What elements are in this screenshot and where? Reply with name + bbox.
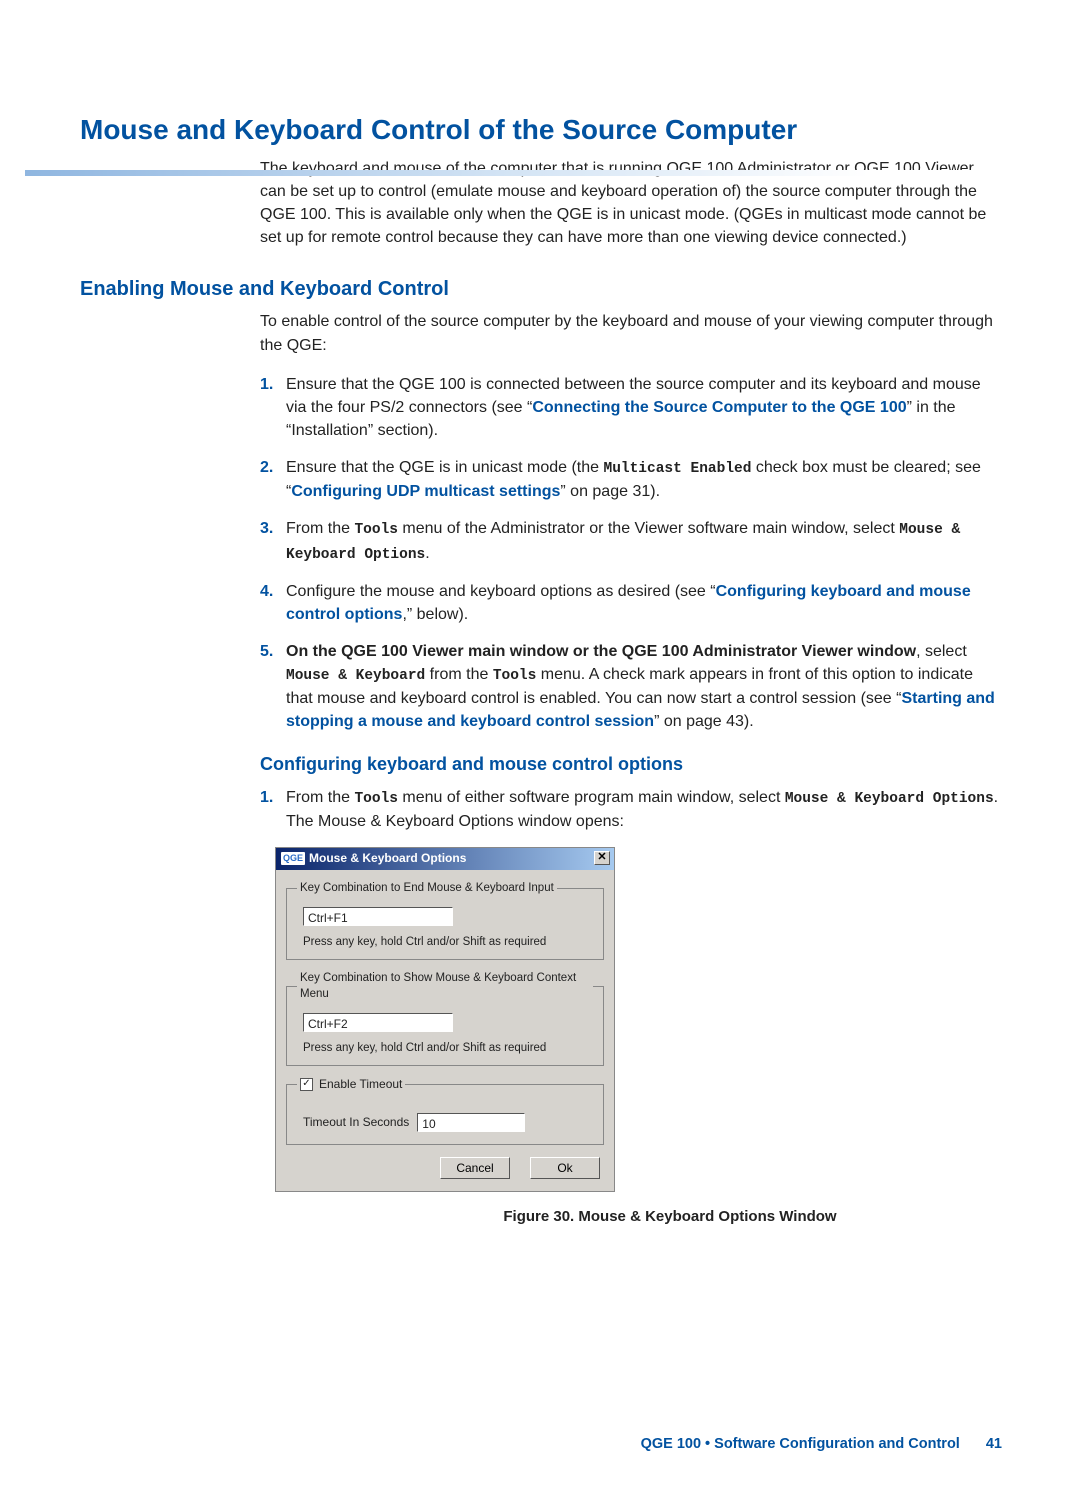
hint-text: Press any key, hold Ctrl and/or Shift as… (303, 1040, 593, 1057)
page-footer: QGE 100 • Software Configuration and Con… (641, 1434, 1002, 1455)
fieldset-timeout: ✓ Enable Timeout Timeout In Seconds 10 (286, 1076, 604, 1145)
step-text: ” on page 31). (560, 483, 660, 500)
mk-options-dialog: QGE Mouse & Keyboard Options ✕ Key Combi… (275, 847, 615, 1192)
step-text: ,” below). (402, 606, 468, 623)
step-1: 1. Ensure that the QGE 100 is connected … (260, 373, 1000, 443)
step-3: 3. From the Tools menu of the Administra… (260, 517, 1000, 565)
dialog-titlebar: QGE Mouse & Keyboard Options ✕ (276, 848, 614, 870)
dialog-figure: QGE Mouse & Keyboard Options ✕ Key Combi… (275, 847, 1000, 1228)
checkbox-label: Enable Timeout (319, 1076, 402, 1093)
end-combo-input[interactable]: Ctrl+F1 (303, 907, 453, 926)
top-gradient-bar (25, 170, 1080, 176)
mono-text: Multicast Enabled (604, 461, 752, 477)
step-text: menu of the Administrator or the Viewer … (398, 520, 899, 537)
step-number: 2. (260, 456, 273, 479)
enable-timeout-checkbox[interactable]: ✓ (300, 1078, 313, 1091)
step-text: . (425, 545, 429, 562)
link-udp[interactable]: Configuring UDP multicast settings (291, 483, 560, 500)
section-enabling: Enabling Mouse and Keyboard Control (80, 275, 1000, 304)
subsection-configuring: Configuring keyboard and mouse control o… (260, 751, 1000, 777)
qge-icon: QGE (281, 852, 305, 865)
cfg-step-1: 1. From the Tools menu of either softwar… (260, 786, 1000, 833)
step-4: 4. Configure the mouse and keyboard opti… (260, 580, 1000, 626)
fieldset-legend: Key Combination to End Mouse & Keyboard … (297, 880, 557, 897)
enabling-steps: 1. Ensure that the QGE 100 is connected … (260, 373, 1000, 734)
step-text: menu of either software program main win… (398, 789, 785, 806)
mono-text: Tools (354, 791, 398, 807)
step-text: from the (425, 666, 493, 683)
step-text: Configure the mouse and keyboard options… (286, 583, 716, 600)
context-combo-input[interactable]: Ctrl+F2 (303, 1013, 453, 1032)
fieldset-context-menu: Key Combination to Show Mouse & Keyboard… (286, 970, 604, 1066)
step-text: Ensure that the QGE is in unicast mode (… (286, 459, 604, 476)
fieldset-end-input: Key Combination to End Mouse & Keyboard … (286, 880, 604, 959)
step-number: 1. (260, 786, 273, 809)
close-icon[interactable]: ✕ (594, 851, 610, 865)
step-text: From the (286, 789, 354, 806)
fieldset-legend: ✓ Enable Timeout (297, 1076, 405, 1093)
fieldset-legend: Key Combination to Show Mouse & Keyboard… (297, 970, 593, 1003)
page-number: 41 (986, 1436, 1002, 1452)
figure-caption: Figure 30. Mouse & Keyboard Options Wind… (340, 1206, 1000, 1228)
step-number: 3. (260, 517, 273, 540)
timeout-label: Timeout In Seconds (303, 1114, 409, 1131)
step-text: From the (286, 520, 354, 537)
timeout-input[interactable]: 10 (417, 1113, 525, 1132)
footer-text: QGE 100 • Software Configuration and Con… (641, 1436, 960, 1452)
link-connecting[interactable]: Connecting the Source Computer to the QG… (532, 399, 906, 416)
configuring-steps: 1. From the Tools menu of either softwar… (260, 786, 1000, 833)
mono-text: Mouse & Keyboard Options (785, 791, 994, 807)
ok-button[interactable]: Ok (530, 1157, 600, 1179)
page-title: Mouse and Keyboard Control of the Source… (80, 110, 1000, 151)
cancel-button[interactable]: Cancel (440, 1157, 510, 1179)
step-text: , select (916, 643, 967, 660)
enabling-lead: To enable control of the source computer… (260, 310, 1000, 356)
step-number: 1. (260, 373, 273, 396)
dialog-buttons: Cancel Ok (276, 1151, 614, 1191)
step-text: ” on page 43). (654, 713, 754, 730)
dialog-title: Mouse & Keyboard Options (309, 850, 466, 867)
step-bold: On the QGE 100 Viewer main window or the… (286, 643, 916, 660)
step-5: 5. On the QGE 100 Viewer main window or … (260, 640, 1000, 734)
mono-text: Tools (354, 522, 398, 538)
step-number: 5. (260, 640, 273, 663)
step-number: 4. (260, 580, 273, 603)
mono-text: Tools (493, 668, 537, 684)
step-2: 2. Ensure that the QGE is in unicast mod… (260, 456, 1000, 503)
mono-text: Mouse & Keyboard (286, 668, 425, 684)
hint-text: Press any key, hold Ctrl and/or Shift as… (303, 934, 593, 951)
